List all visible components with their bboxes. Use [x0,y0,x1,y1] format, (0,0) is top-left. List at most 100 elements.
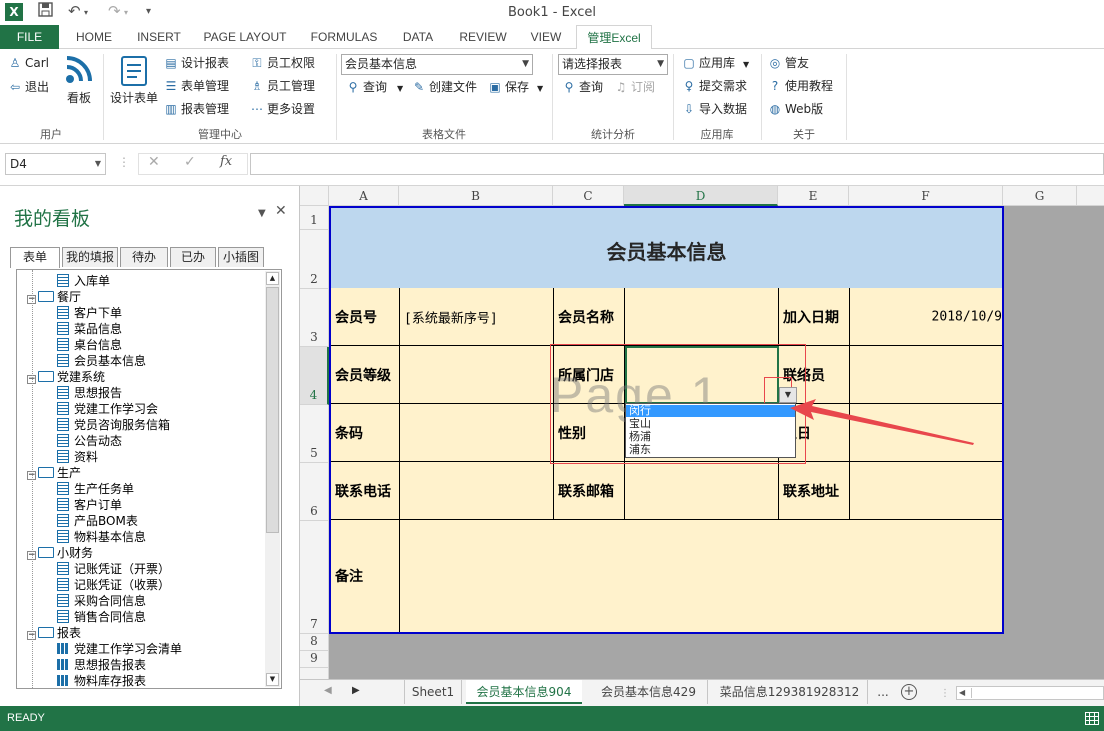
tree-item[interactable]: 客户下单 [57,305,122,321]
cell-f3[interactable]: 2018/10/9 [850,288,1002,346]
kanban-button[interactable]: 看板 [62,55,96,106]
user-button[interactable]: ♙ Carl [8,53,49,73]
sheet-tab-sheet1[interactable]: Sheet1 [404,680,462,704]
form-select-combo[interactable]: 会员基本信息 ▼ [341,54,533,75]
row-header-9[interactable]: 9 [300,651,329,668]
report-manage-button[interactable]: ▥ 报表管理 [164,99,229,119]
scroll-down-icon[interactable]: ▼ [266,673,279,686]
panel-tab-todo[interactable]: 待办 [120,247,168,267]
prev-sheet-icon[interactable]: ◀ [324,685,332,696]
row-header-1[interactable]: 1 [300,206,329,230]
cell-a6[interactable]: 联系电话 [331,462,400,520]
tree-item[interactable]: 入库单 [57,273,110,289]
dropdown-option-selected[interactable]: 闵行 [626,405,795,417]
cell-d3[interactable] [625,288,779,346]
create-file-button[interactable]: ✎ 创建文件 [412,77,477,97]
panel-tab-charts[interactable]: 小插图 [218,247,264,267]
panel-tab-done[interactable]: 已办 [170,247,216,267]
tab-formulas[interactable]: FORMULAS [304,25,384,49]
dropdown-option[interactable]: 杨浦 [626,431,795,443]
row-header-7[interactable]: 7 [300,521,329,634]
staff-manage-button[interactable]: ♗ 员工管理 [250,76,315,96]
staff-permission-button[interactable]: ⚿ 员工权限 [250,53,315,73]
tab-manage-excel[interactable]: 管理Excel [576,25,652,50]
column-header-f[interactable]: F [849,186,1003,206]
cell-b5[interactable] [400,404,554,462]
cell-b4[interactable] [400,346,554,404]
row-header-6[interactable]: 6 [300,463,329,521]
sheet-tab-dish-info[interactable]: 菜品信息129381928312 [712,680,868,704]
web-version-button[interactable]: ◍ Web版 [768,99,823,119]
tab-file[interactable]: FILE [0,25,59,49]
column-header-c[interactable]: C [553,186,624,206]
scroll-up-icon[interactable]: ▲ [266,272,279,285]
select-all-corner[interactable] [300,186,329,206]
tree-item[interactable]: 客户订单 [57,497,122,513]
save-file-button[interactable]: ▣ 保存 ▼ [488,77,543,97]
enter-icon[interactable]: ✓ [184,154,196,170]
cell-a4[interactable]: 会员等级 [331,346,400,404]
design-report-button[interactable]: ▤ 设计报表 [164,53,229,73]
tree-item[interactable]: 公告动态 [57,433,122,449]
cell-e6[interactable]: 联系地址 [779,462,850,520]
tree-item[interactable]: 会员基本信息 [57,353,146,369]
cell-a7[interactable]: 备注 [331,520,400,632]
panel-menu-icon[interactable]: ▼ [258,208,266,219]
column-header-e[interactable]: E [778,186,849,206]
tree-scrollbar[interactable]: ▲ ▼ [265,271,280,687]
column-header-a[interactable]: A [329,186,399,206]
add-sheet-icon[interactable]: + [901,684,917,700]
column-header-d[interactable]: D [624,186,778,206]
cell-b7-remark[interactable] [400,520,1002,632]
column-header-b[interactable]: B [399,186,553,206]
sheet-tab-member-904[interactable]: 会员基本信息904 [466,680,582,704]
more-sheets-button[interactable]: ... [872,680,894,704]
row-header-4[interactable]: 4 [300,347,329,405]
dropdown-option[interactable]: 宝山 [626,418,795,430]
tree-item[interactable]: 产品BOM表 [57,513,138,529]
form-manage-button[interactable]: ☰ 表单管理 [164,76,229,96]
scroll-thumb[interactable] [266,287,279,533]
tree-item[interactable]: 党员咨询服务信箱 [57,417,170,433]
sheet-tab-member-429[interactable]: 会员基本信息429 [590,680,708,704]
panel-tab-my-entries[interactable]: 我的填报 [62,247,118,267]
tree-item[interactable]: 党建工作学习会清单 [57,641,182,657]
formula-input[interactable] [250,153,1104,175]
tree-folder[interactable]: − 餐厅 [27,289,81,305]
tree-item[interactable]: 生产任务单 [57,481,134,497]
dropdown-option[interactable]: 浦东 [626,444,795,456]
cell-b3[interactable]: [系统最新序号] [400,288,554,346]
cell-f6[interactable] [850,462,1002,520]
tab-page-layout[interactable]: PAGE LAYOUT [196,25,294,49]
more-settings-button[interactable]: ⋯ 更多设置 [250,99,315,119]
tree-item[interactable]: 思想报告报表 [57,657,146,673]
guanyou-button[interactable]: ◎ 管友 [768,53,809,73]
app-library-button[interactable]: ▢ 应用库 ▼ [682,53,749,73]
stats-query-button[interactable]: ⚲ 查询 [562,77,603,97]
tab-view[interactable]: VIEW [524,25,568,49]
tab-insert[interactable]: INSERT [132,25,186,49]
design-form-button[interactable]: 设计表单 [108,55,160,106]
submit-request-button[interactable]: ♀ 提交需求 [682,76,747,96]
cell-c3[interactable]: 会员名称 [554,288,625,346]
cell-d6[interactable] [625,462,779,520]
close-icon[interactable]: ✕ [275,203,287,219]
subscribe-button[interactable]: ♫ 订阅 [614,77,655,97]
horizontal-scrollbar[interactable]: ◀ [956,686,1104,700]
name-box[interactable]: D4 ▼ [5,153,106,175]
tree-item[interactable]: 采购合同信息 [57,593,146,609]
cell-c6[interactable]: 联系邮箱 [554,462,625,520]
query-button[interactable]: ⚲ 查询 ▼ [346,77,404,97]
tab-review[interactable]: REVIEW [452,25,514,49]
scroll-thumb[interactable] [971,688,1101,698]
tree-item[interactable]: 思想报告 [57,385,122,401]
row-header-8[interactable]: 8 [300,634,329,651]
tree-item[interactable]: 物料基本信息 [57,529,146,545]
tree-folder[interactable]: − 小财务 [27,545,93,561]
tree-item[interactable]: 记账凭证（收票） [57,577,170,593]
panel-tab-forms[interactable]: 表单 [10,247,60,268]
column-header-g[interactable]: G [1003,186,1077,206]
tree-item[interactable]: 资料 [57,449,98,465]
cell-e3[interactable]: 加入日期 [779,288,850,346]
tree-folder[interactable]: − 生产 [27,465,81,481]
